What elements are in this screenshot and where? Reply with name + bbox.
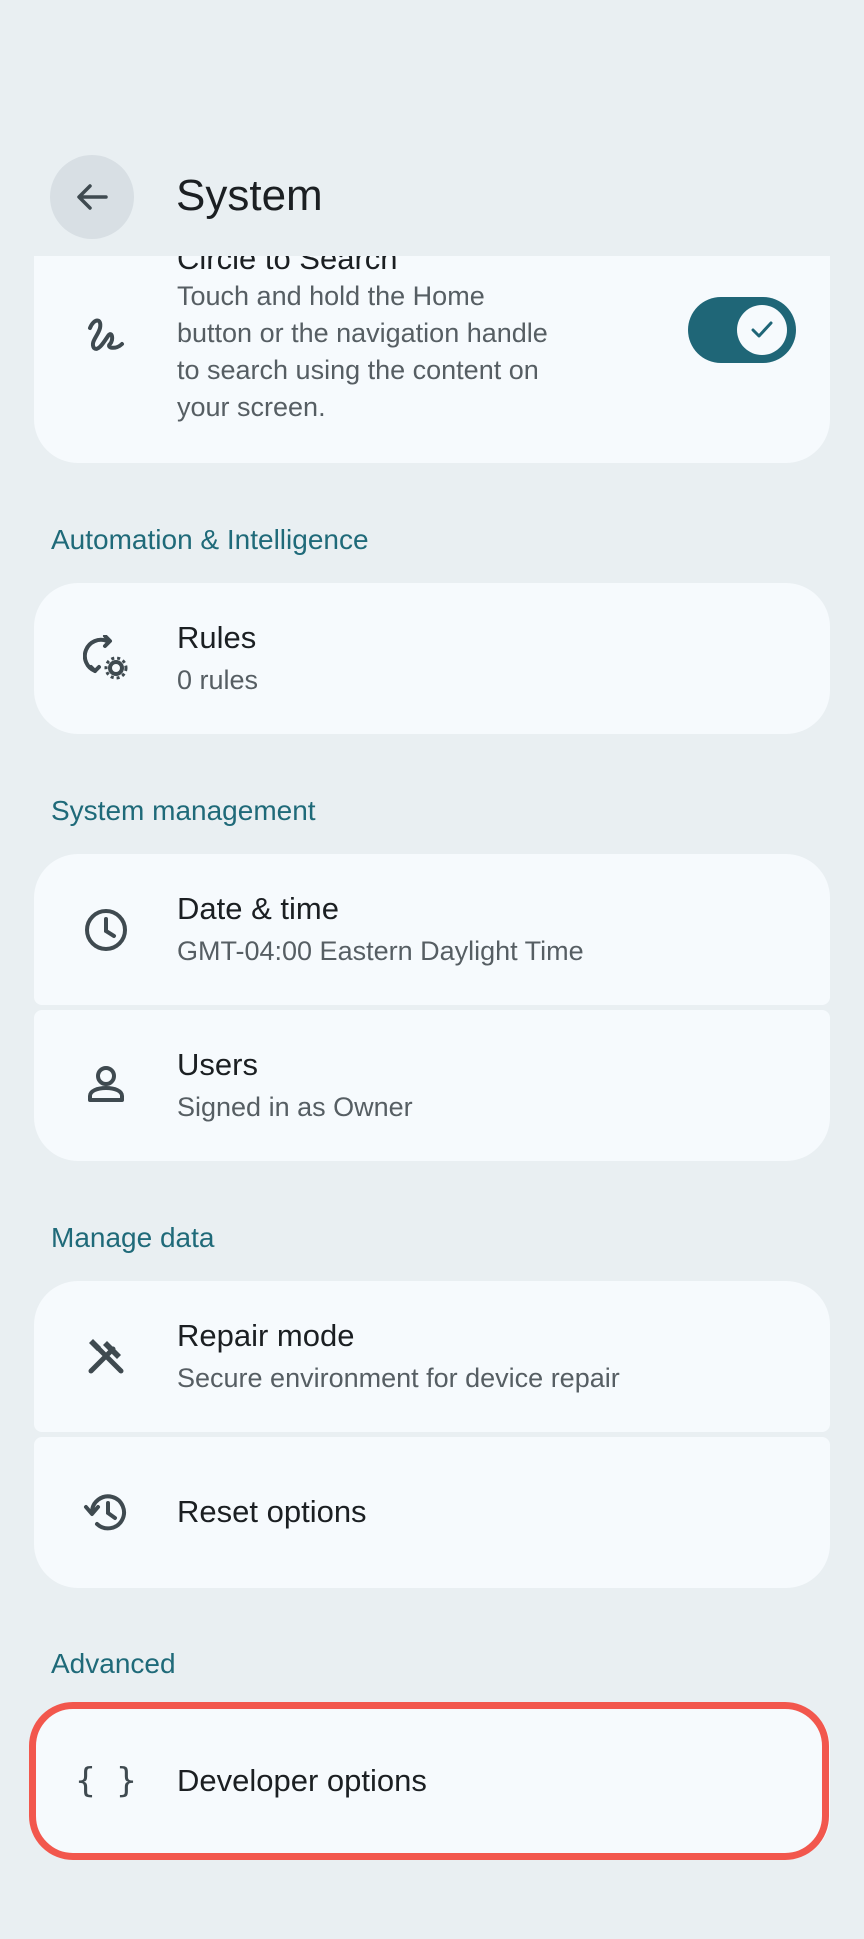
check-icon: [751, 321, 773, 338]
date-time-subtitle: GMT-04:00 Eastern Daylight Time: [177, 936, 584, 966]
rules-title: Rules: [177, 620, 257, 655]
back-button[interactable]: [50, 155, 134, 239]
toggle-thumb: [737, 305, 787, 355]
description-line: button or the navigation handle: [177, 318, 548, 348]
description-line: your screen.: [177, 392, 326, 422]
date-time-item[interactable]: Date & time GMT-04:00 Eastern Daylight T…: [34, 854, 830, 1005]
rules-subtitle: 0 rules: [177, 665, 259, 695]
circle-to-search-icon: [82, 310, 130, 358]
users-item[interactable]: Users Signed in as Owner: [34, 1010, 830, 1161]
clock-icon: [82, 906, 130, 954]
selection-highlight: [29, 1702, 829, 1860]
arrow-back-icon: [77, 184, 108, 210]
page-title: System: [176, 171, 323, 220]
section-header-advanced: Advanced: [51, 1648, 176, 1679]
person-icon: [82, 1061, 130, 1109]
date-time-title: Date & time: [177, 891, 339, 926]
app-bar: System: [0, 0, 864, 256]
description-line: Touch and hold the Home: [177, 281, 485, 311]
circle-to-search-toggle[interactable]: [688, 297, 796, 363]
repair-mode-item[interactable]: Repair mode Secure environment for devic…: [34, 1281, 830, 1432]
description-line: to search using the content on: [177, 355, 539, 385]
repair-tools-icon: [82, 1332, 130, 1380]
section-header-system-management: System management: [51, 795, 316, 826]
repair-mode-title: Repair mode: [177, 1318, 355, 1353]
rules-icon: [82, 634, 130, 682]
repair-mode-subtitle: Secure environment for device repair: [177, 1363, 620, 1393]
history-icon: [82, 1488, 130, 1536]
rules-item[interactable]: Rules 0 rules: [34, 583, 830, 734]
reset-options-item[interactable]: Reset options: [34, 1437, 830, 1588]
section-header-automation: Automation & Intelligence: [51, 524, 369, 555]
section-header-manage-data: Manage data: [51, 1222, 215, 1253]
users-title: Users: [177, 1047, 258, 1082]
users-subtitle: Signed in as Owner: [177, 1092, 413, 1122]
reset-options-title: Reset options: [177, 1494, 367, 1529]
